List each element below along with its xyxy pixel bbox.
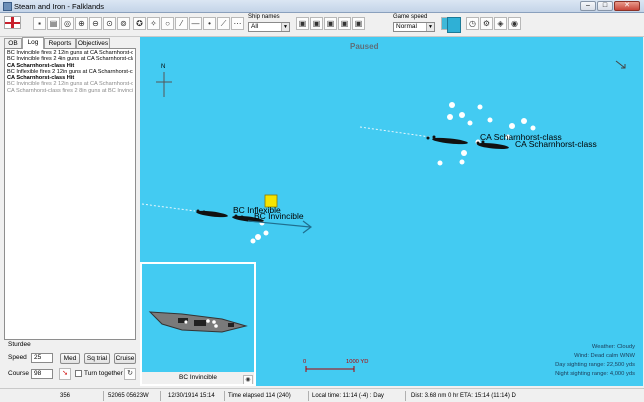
weather-icon[interactable] — [447, 17, 461, 33]
log-list[interactable]: BC Invincible fires 2 12in guns at CA Sc… — [4, 48, 136, 340]
wind-arrow-icon — [615, 60, 626, 69]
status-position: 52065 05623W — [108, 393, 149, 399]
help-icon[interactable]: ◈ — [494, 17, 507, 30]
log-line: CA Scharnhorst-class fires 2 8in guns at… — [7, 87, 133, 94]
camera-icon[interactable]: ◉ — [243, 375, 253, 384]
torpedo-icon[interactable]: ⁄ — [175, 17, 188, 30]
refresh-icon[interactable]: ↻ — [124, 368, 136, 380]
ship-label[interactable]: BC Invincible — [254, 211, 304, 221]
weather-info: Weather: Cloudy — [591, 344, 635, 350]
game-speed-label: Game speed — [393, 14, 428, 20]
formation-3-icon[interactable]: ▣ — [324, 17, 337, 30]
cruise-button[interactable]: Cruise — [114, 353, 136, 364]
status-local-time: Local time: 11:14 (-4) : Day — [312, 393, 384, 399]
chevron-down-icon: ▼ — [426, 23, 434, 31]
left-panel: OB Log Reports Objectives BC Invincible … — [2, 37, 138, 387]
speed-value: 25 — [34, 354, 42, 361]
formation-1-icon[interactable]: ▣ — [296, 17, 309, 30]
inset-caption: BC Invincible — [142, 372, 254, 384]
course-value: 98 — [34, 370, 42, 377]
close-button[interactable]: ✕ — [614, 1, 640, 11]
unit-name: Sturdee — [8, 341, 31, 348]
scale-start: 0 — [303, 359, 307, 365]
inset-ship-name: BC Invincible — [179, 374, 217, 381]
status-id: 356 — [60, 393, 71, 399]
scale-bar — [305, 366, 355, 372]
compass-icon[interactable]: ✪ — [133, 17, 146, 30]
tab-ob[interactable]: OB — [4, 38, 22, 48]
clock-icon[interactable]: ◷ — [466, 17, 479, 30]
med-speed-button[interactable]: Med — [60, 353, 80, 364]
ship-label[interactable]: CA Scharnhorst-class — [515, 139, 597, 149]
sq-trial-button[interactable]: Sq trial — [84, 353, 110, 364]
turn-together-label: Turn together — [84, 370, 123, 377]
log-line: BC Invincible fires 2 4in guns at CA Sch… — [7, 56, 133, 63]
formation-4-icon[interactable]: ▣ — [338, 17, 351, 30]
track-icon[interactable]: — — [189, 17, 202, 30]
ship-detail-drawing — [148, 311, 248, 333]
formation-2-icon[interactable]: ▣ — [310, 17, 323, 30]
course-label: Course — [8, 370, 29, 377]
minimize-button[interactable]: – — [580, 1, 596, 11]
chevron-down-icon: ▼ — [281, 23, 289, 31]
log-line: BC Invincible fires 2 12in guns at CA Sc… — [7, 81, 133, 88]
north-label: N — [161, 64, 166, 70]
tab-objectives[interactable]: Objectives — [76, 38, 110, 48]
zoom-fit-icon[interactable]: ⊙ — [103, 17, 116, 30]
ship-names-select[interactable]: All ▼ — [248, 22, 290, 32]
north-arrow-icon — [156, 72, 172, 97]
status-distance: Dist: 3.68 nm 0 hr ETA: 15:14 (11:14) D — [411, 393, 516, 399]
save-icon[interactable]: ▪ — [33, 17, 46, 30]
report-icon[interactable]: ▤ — [47, 17, 60, 30]
formation-5-icon[interactable]: ▣ — [352, 17, 365, 30]
zoom-out-icon[interactable]: ⊖ — [89, 17, 102, 30]
status-bar: 356 52065 05623W 12/30/1914 15:14 Time e… — [0, 388, 644, 402]
binoculars-icon[interactable]: ◎ — [61, 17, 74, 30]
night-sighting-info: Night sighting range: 4,000 yds — [555, 371, 635, 377]
ship-names-label: Ship names — [248, 14, 280, 20]
dashed-line-icon[interactable]: ⋯ — [231, 17, 244, 30]
status-time-elapsed: Time elapsed 114 (240) — [228, 393, 291, 399]
shell-splashes — [250, 102, 536, 244]
scale-end: 1000 YD — [346, 359, 369, 365]
tab-log[interactable]: Log — [22, 37, 44, 49]
course-arrow-icon[interactable]: ➘ — [59, 368, 71, 380]
speed-label: Speed — [8, 354, 27, 361]
toolbar: ▪ ▤ ◎ ⊕ ⊖ ⊙ ⊚ ✪ ✧ ○ ⁄ — • ⟋ ⋯ Ship names… — [0, 13, 644, 37]
range-circle-icon[interactable]: ○ — [161, 17, 174, 30]
tactical-map[interactable]: Paused CA Scharnhorst-class CA Scharnhor… — [140, 37, 643, 386]
zoom-in-icon[interactable]: ⊕ — [75, 17, 88, 30]
app-icon — [3, 2, 12, 11]
maximize-button[interactable]: □ — [597, 1, 613, 11]
gunnery-icon[interactable]: ✧ — [147, 17, 160, 30]
game-speed-value: Normal — [396, 23, 417, 30]
mine-icon[interactable]: • — [203, 17, 216, 30]
status-datetime: 12/30/1914 15:14 — [168, 393, 215, 399]
window-title: Steam and Iron - Falklands — [14, 2, 105, 11]
ship-inset-view[interactable]: BC Invincible ◉ — [140, 262, 256, 386]
line-icon[interactable]: ⟋ — [217, 17, 230, 30]
day-sighting-info: Day sighting range: 22,500 yds — [555, 362, 635, 368]
course-field[interactable]: 98 — [31, 369, 53, 379]
ship-names-value: All — [251, 23, 259, 30]
exit-icon[interactable]: ◉ — [508, 17, 521, 30]
flag-icon[interactable] — [4, 16, 21, 29]
ship-control: Sturdee Speed 25 Med Sq trial Cruise Cou… — [4, 341, 138, 387]
settings-icon[interactable]: ⚙ — [480, 17, 493, 30]
speed-field[interactable]: 25 — [31, 353, 53, 363]
zoom-reset-icon[interactable]: ⊚ — [117, 17, 130, 30]
heading-arrow-icon — [247, 220, 312, 234]
tab-reports[interactable]: Reports — [44, 38, 76, 48]
title-bar: Steam and Iron - Falklands – □ ✕ — [0, 0, 644, 13]
wind-info: Wind: Dead calm WNW — [574, 353, 635, 359]
game-speed-select[interactable]: Normal ▼ — [393, 22, 435, 32]
turn-together-checkbox[interactable] — [75, 370, 82, 377]
